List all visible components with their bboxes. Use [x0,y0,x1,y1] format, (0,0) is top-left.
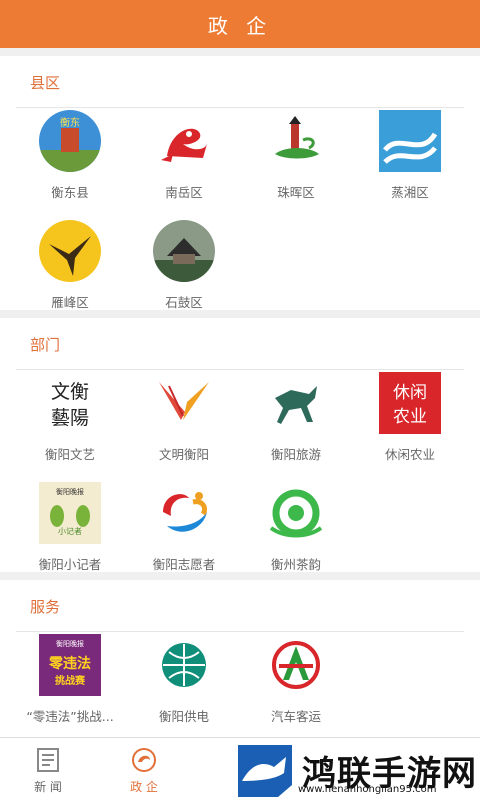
item-label: 衡东县 [51,185,89,200]
item-label: “零违法”挑战... [26,709,114,724]
item-keyun[interactable]: 汽车客运 [236,634,356,744]
item-label: 汽车客运 [270,709,321,724]
item-label: 衡阳志愿者 [152,557,216,572]
keyun-icon [265,634,327,696]
section-services: 服务 衡阳晚报 零违法 挑战赛 “零违法”挑战... 衡阳供电 汽车客运 [0,580,480,737]
item-label: 衡阳旅游 [270,447,321,462]
item-label: 衡阳小记者 [38,557,102,572]
lvyou-icon [265,372,327,434]
item-label: 珠晖区 [277,185,315,200]
nongye-icon: 休闲 农业 [379,372,441,434]
item-label: 石鼓区 [165,295,203,310]
shigu-icon [153,220,215,282]
tab-gov[interactable]: 政 企 [104,746,184,795]
item-yanfeng[interactable]: 雁峰区 [10,220,130,330]
divider [16,369,464,370]
nongye-icon-text: 休闲 [393,383,427,403]
item-wenyi[interactable]: 文衡 藝陽 衡阳文艺 [10,372,130,482]
item-zhengxiang[interactable]: 蒸湘区 [350,110,470,220]
promo-logo-icon [238,745,292,797]
item-label: 南岳区 [165,185,203,200]
hengdong-icon: 衡东 [39,110,101,172]
lingweifa-icon: 衡阳晚报 零违法 挑战赛 [39,634,101,696]
item-lingweifa[interactable]: 衡阳晚报 零违法 挑战赛 “零违法”挑战... [10,634,130,744]
item-gongdian[interactable]: 衡阳供电 [124,634,244,744]
divider [16,631,464,632]
item-shigu[interactable]: 石鼓区 [124,220,244,330]
gongdian-icon [153,634,215,696]
nanyue-icon [153,110,215,172]
item-label: 衡阳供电 [158,709,209,724]
zhiyuanzhe-icon [153,482,215,544]
wenming-icon [153,372,215,434]
item-lvyou[interactable]: 衡阳旅游 [236,372,356,482]
lingweifa-icon-text: 零违法 [48,655,91,672]
lingweifa-icon-text: 衡阳晚报 [56,639,84,648]
tab-label: 政 企 [130,780,158,794]
lingweifa-icon-text: 挑战赛 [55,674,86,687]
hengdong-icon-text: 衡东 [60,116,80,129]
yanfeng-icon [39,220,101,282]
tab-label: 新 闻 [34,780,62,794]
page-title: 政 企 [207,13,273,38]
divider [16,107,464,108]
promo-url: www.henanhonglian95.com [298,784,437,795]
wenyi-icon-text: 藝陽 [51,407,89,429]
tab-news[interactable]: 新 闻 [8,746,88,795]
zhuhui-icon [265,110,327,172]
item-chayun[interactable]: 衡州茶韵 [236,482,356,592]
item-label: 衡州茶韵 [270,557,321,572]
gov-icon [132,748,156,772]
item-xiaojizhe[interactable]: 衡阳晚报 小记者 衡阳小记者 [10,482,130,592]
nongye-icon-text: 农业 [393,407,427,427]
item-label: 休闲农业 [384,447,435,462]
section-title: 部门 [30,335,61,354]
newspaper-icon [37,748,59,772]
section-title: 服务 [30,597,61,616]
item-zhiyuanzhe[interactable]: 衡阳志愿者 [124,482,244,592]
item-wenming[interactable]: 文明衡阳 [124,372,244,482]
item-zhuhui[interactable]: 珠晖区 [236,110,356,220]
wenyi-icon-text: 文衡 [51,381,89,403]
zhengxiang-icon [379,110,441,172]
xiaojizhe-icon-text: 小记者 [58,527,82,536]
item-nongye[interactable]: 休闲 农业 休闲农业 [350,372,470,482]
section-title: 县区 [30,73,61,92]
section-departments: 部门 文衡 藝陽 衡阳文艺 文明衡阳 衡阳旅游 休闲 农业 休闲农业 衡阳晚报 … [0,318,480,572]
item-label: 蒸湘区 [391,185,429,200]
item-nanyue[interactable]: 南岳区 [124,110,244,220]
wenyi-icon: 文衡 藝陽 [39,372,101,434]
xiaojizhe-icon-text: 衡阳晚报 [56,487,84,496]
item-hengdong[interactable]: 衡东 衡东县 [10,110,130,220]
item-label: 雁峰区 [51,295,89,310]
xiaojizhe-icon: 衡阳晚报 小记者 [39,482,101,544]
item-label: 衡阳文艺 [44,447,95,462]
chayun-icon [265,482,327,544]
section-districts: 县区 衡东 衡东县 南岳区 珠晖区 蒸湘区 雁峰区 石鼓区 [0,56,480,310]
watermark-banner: 鸿联手游网 www.henanhonglian95.com [232,740,480,800]
item-label: 文明衡阳 [158,447,209,462]
app-header: 政 企 [0,0,480,48]
